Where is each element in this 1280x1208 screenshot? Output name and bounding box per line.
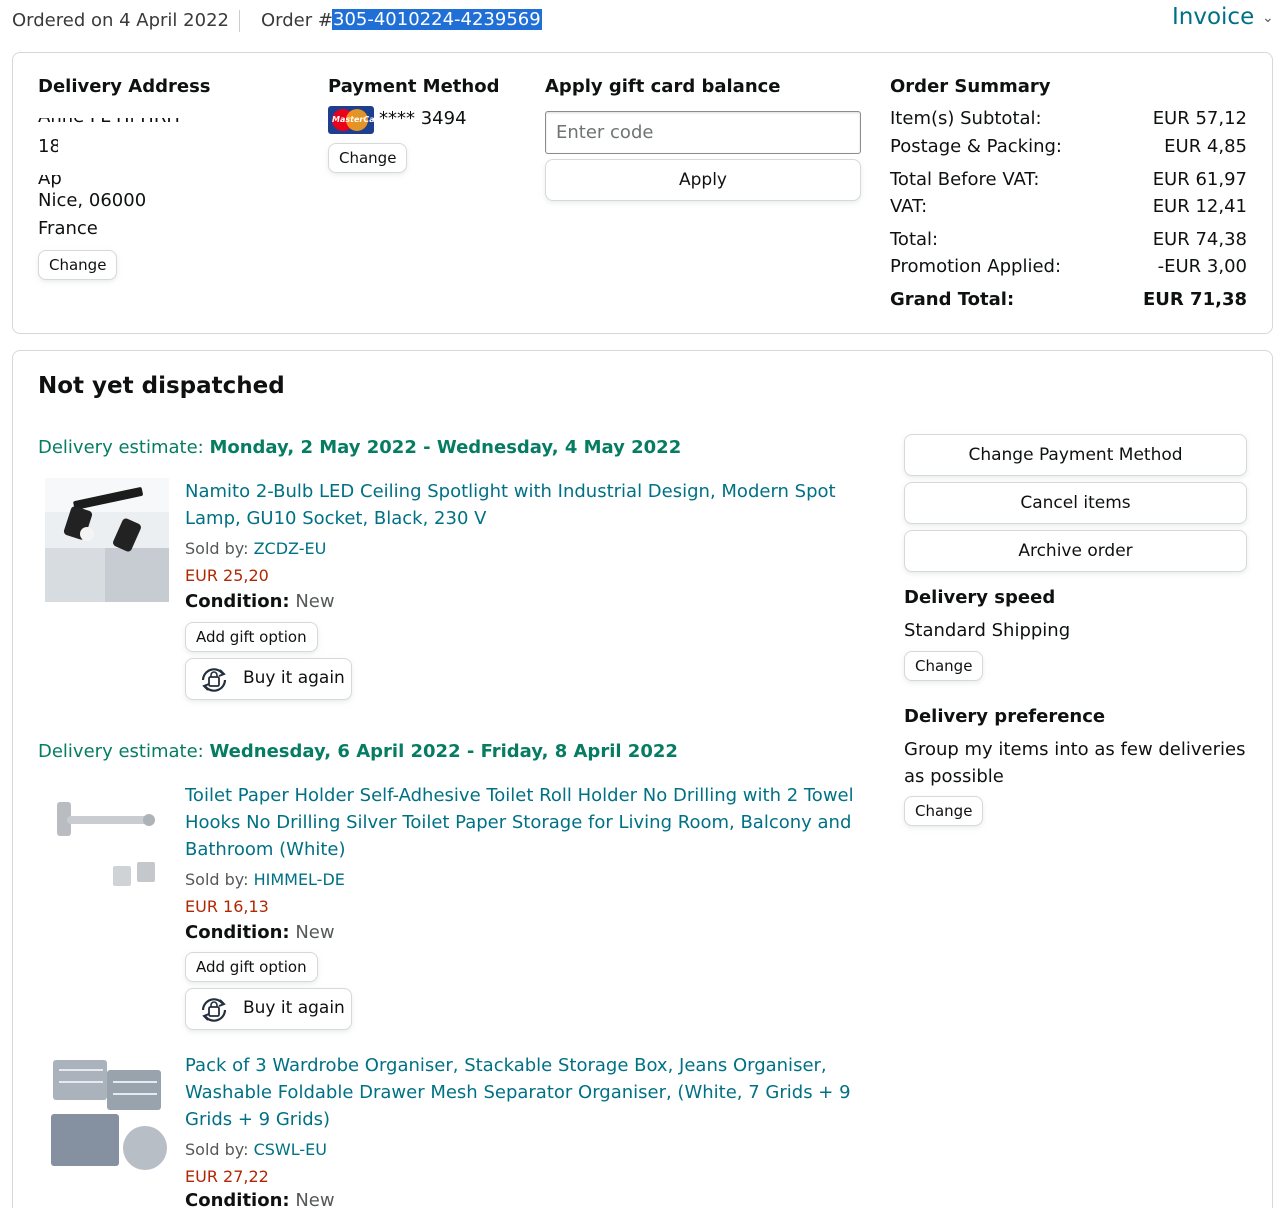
product-title-spotlight[interactable]: Namito 2-Bulb LED Ceiling Spotlight with… xyxy=(185,478,865,532)
address-city: Nice, 06000 xyxy=(38,190,147,211)
address-name: Anne FL Hi HRH xyxy=(38,106,218,126)
mastercard-icon: MasterCard xyxy=(328,106,374,134)
change-delivery-preference-button[interactable]: Change xyxy=(904,796,984,826)
delivery-estimate-2: Delivery estimate: Wednesday, 6 April 20… xyxy=(38,741,678,762)
gift-card-title: Apply gift card balance xyxy=(545,76,781,97)
seller-link[interactable]: ZCDZ-EU xyxy=(254,539,327,558)
gift-code-input[interactable] xyxy=(545,111,861,154)
order-number[interactable]: 305-4010224-4239569 xyxy=(332,9,542,30)
sold-by-3: Sold by: CSWL-EU xyxy=(185,1140,327,1159)
order-number-label: Order # xyxy=(261,10,333,31)
product-title-wardrobe-organiser[interactable]: Pack of 3 Wardrobe Organiser, Stackable … xyxy=(185,1052,865,1133)
delivery-speed-value: Standard Shipping xyxy=(904,620,1071,641)
add-gift-option-button[interactable]: Add gift option xyxy=(185,622,318,652)
order-date: Ordered on 4 April 2022 xyxy=(12,10,229,31)
seller-link[interactable]: CSWL-EU xyxy=(254,1140,327,1159)
item-condition: Condition: New xyxy=(185,591,335,612)
chevron-down-icon[interactable]: ⌄ xyxy=(1262,10,1274,26)
buy-again-button[interactable]: Buy it again xyxy=(185,658,352,700)
address-apartment: Ap xyxy=(38,164,78,188)
change-payment-button[interactable]: Change xyxy=(328,143,408,173)
order-summary-title: Order Summary xyxy=(890,76,1051,97)
item-condition: Condition: New xyxy=(185,1190,335,1208)
item-price: EUR 16,13 xyxy=(185,897,269,916)
invoice-link[interactable]: Invoice xyxy=(1172,4,1254,30)
item-price: EUR 25,20 xyxy=(185,566,269,585)
cancel-items-button[interactable]: Cancel items xyxy=(904,482,1247,524)
buy-again-icon xyxy=(201,668,227,692)
wardrobe-organiser-product-image[interactable] xyxy=(45,1052,169,1176)
payment-method-title: Payment Method xyxy=(328,76,500,97)
toilet-holder-product-image[interactable] xyxy=(45,782,169,906)
address-street: 18 —— — xyxy=(38,134,148,160)
seller-link[interactable]: HIMMEL-DE xyxy=(254,870,345,889)
sold-by-2: Sold by: HIMMEL-DE xyxy=(185,870,345,889)
delivery-preference-line2: as possible xyxy=(904,766,1004,787)
delivery-estimate-1: Delivery estimate: Monday, 2 May 2022 - … xyxy=(38,437,682,458)
card-number: **** 3494 xyxy=(379,108,467,129)
change-payment-method-button[interactable]: Change Payment Method xyxy=(904,434,1247,476)
delivery-address-title: Delivery Address xyxy=(38,76,211,97)
product-title-toilet-holder[interactable]: Toilet Paper Holder Self-Adhesive Toilet… xyxy=(185,782,865,863)
delivery-preference-title: Delivery preference xyxy=(904,706,1106,727)
add-gift-option-button[interactable]: Add gift option xyxy=(185,952,318,982)
buy-again-icon xyxy=(201,998,227,1022)
delivery-speed-title: Delivery speed xyxy=(904,587,1056,608)
item-price: EUR 27,22 xyxy=(185,1167,269,1186)
change-delivery-speed-button[interactable]: Change xyxy=(904,651,984,681)
item-condition: Condition: New xyxy=(185,922,335,943)
sold-by-1: Sold by: ZCDZ-EU xyxy=(185,539,327,558)
change-address-button[interactable]: Change xyxy=(38,250,118,280)
archive-order-button[interactable]: Archive order xyxy=(904,530,1247,572)
buy-again-button[interactable]: Buy it again xyxy=(185,988,352,1030)
order-header: Ordered on 4 April 2022 Order # 305-4010… xyxy=(0,0,1280,44)
spotlight-product-image[interactable] xyxy=(45,478,169,602)
apply-gift-button[interactable]: Apply xyxy=(545,159,861,201)
header-divider xyxy=(239,10,240,32)
shipment-status: Not yet dispatched xyxy=(38,373,285,399)
address-country: France xyxy=(38,218,98,239)
delivery-preference-line1: Group my items into as few deliveries xyxy=(904,739,1246,760)
